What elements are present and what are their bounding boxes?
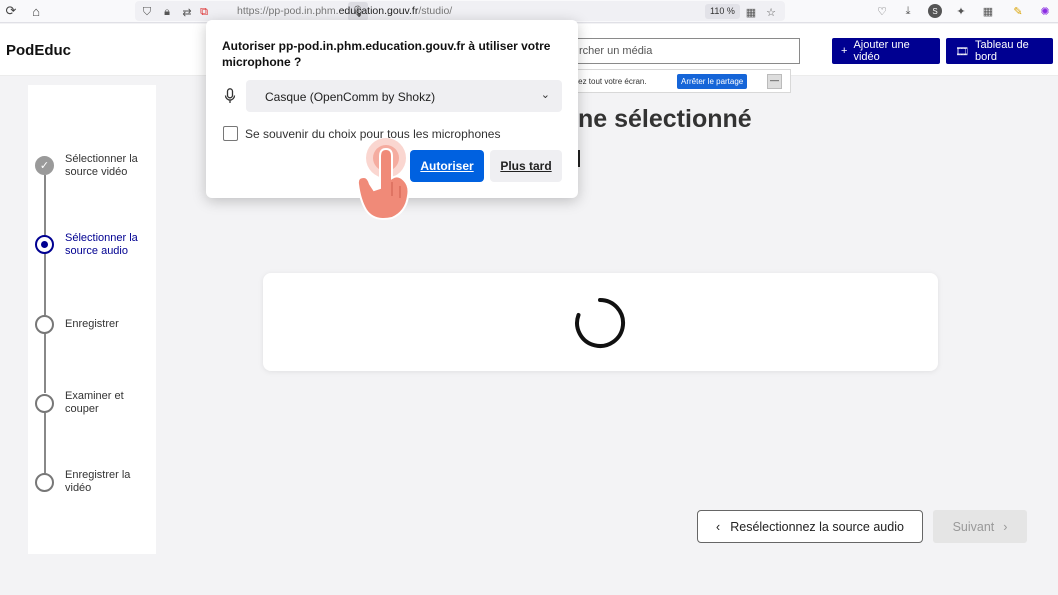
screen-share-icon[interactable]: ⧉ [197,5,211,19]
reader-grid-icon[interactable]: ▦ [744,5,758,19]
stepper: ✓ Sélectionner la source vidéo Sélection… [28,85,156,554]
home-icon[interactable]: ⌂ [27,3,45,19]
pocket-icon[interactable]: ♡ [875,4,889,18]
reload-icon[interactable]: ⟳ [2,3,20,19]
search-input[interactable]: rcher un média [566,38,800,64]
screen-share-bar: tagez tout votre écran. Arrêter le parta… [566,69,791,93]
share-text: tagez tout votre écran. [567,77,647,86]
url-bar[interactable]: ⛉ 🔒︎ ⇄ ⧉ 🎙︎ https://pp-pod.in.phm.educat… [135,1,785,21]
title-fragment [578,150,580,167]
download-icon[interactable]: ⤓ [901,4,915,18]
microphone-icon [224,88,236,103]
url-text[interactable]: https://pp-pod.in.phm.education.gouv.fr/… [237,5,452,17]
reselect-audio-button[interactable]: ‹ Resélectionnez la source audio [697,510,923,543]
pen-extension-icon[interactable]: ✎ [1011,4,1025,18]
loading-spinner-icon [575,297,626,348]
remember-checkbox[interactable] [223,126,238,141]
stop-sharing-button[interactable]: Arrêter le partage [677,74,748,89]
chevron-right-icon: › [1003,519,1008,534]
film-icon: 🎞︎ [955,45,969,58]
step-connector [44,413,46,473]
logo[interactable]: PodEduc [6,42,71,59]
lock-icon[interactable]: 🔒︎ [160,5,174,19]
plus-icon: + [841,45,848,57]
apps-grid-icon[interactable]: ▦ [981,4,995,18]
later-button[interactable]: Plus tard [490,150,562,182]
pending-step-icon [35,315,54,334]
chevron-down-icon: ⌄ [540,89,550,101]
add-video-button[interactable]: + Ajouter une vidéo [832,38,940,64]
zoom-badge[interactable]: 110 % [705,4,740,19]
selected-device: Casque (OpenComm by Shokz) [265,90,436,104]
minimize-share-button[interactable]: — [767,74,782,89]
pending-step-icon [35,473,54,492]
search-placeholder: rcher un média [579,45,653,57]
popup-title: Autoriser pp-pod.in.phm.education.gouv.f… [222,39,551,69]
dashboard-button[interactable]: 🎞︎ Tableau de bord [946,38,1053,64]
chevron-left-icon: ‹ [716,519,721,534]
account-avatar-icon[interactable]: S [928,4,942,18]
step-connector [44,253,46,315]
settings-extension-icon[interactable]: ✺ [1038,4,1052,18]
active-step-icon [35,235,54,254]
bookmark-star-icon[interactable]: ☆ [764,5,778,19]
pending-step-icon [35,394,54,413]
extensions-icon[interactable]: ✦ [954,4,968,18]
microphone-select[interactable]: Casque (OpenComm by Shokz) ⌄ [246,80,562,112]
loading-card [263,273,938,371]
step-connector [44,175,46,235]
check-icon: ✓ [35,156,54,175]
permissions-icon[interactable]: ⇄ [180,5,194,19]
shield-icon[interactable]: ⛉ [140,5,154,19]
step-connector [44,333,46,393]
pointer-hand-icon [356,138,410,220]
allow-button[interactable]: Autoriser [410,150,484,182]
next-button[interactable]: Suivant › [933,510,1027,543]
page-title: ne sélectionné [578,105,752,133]
